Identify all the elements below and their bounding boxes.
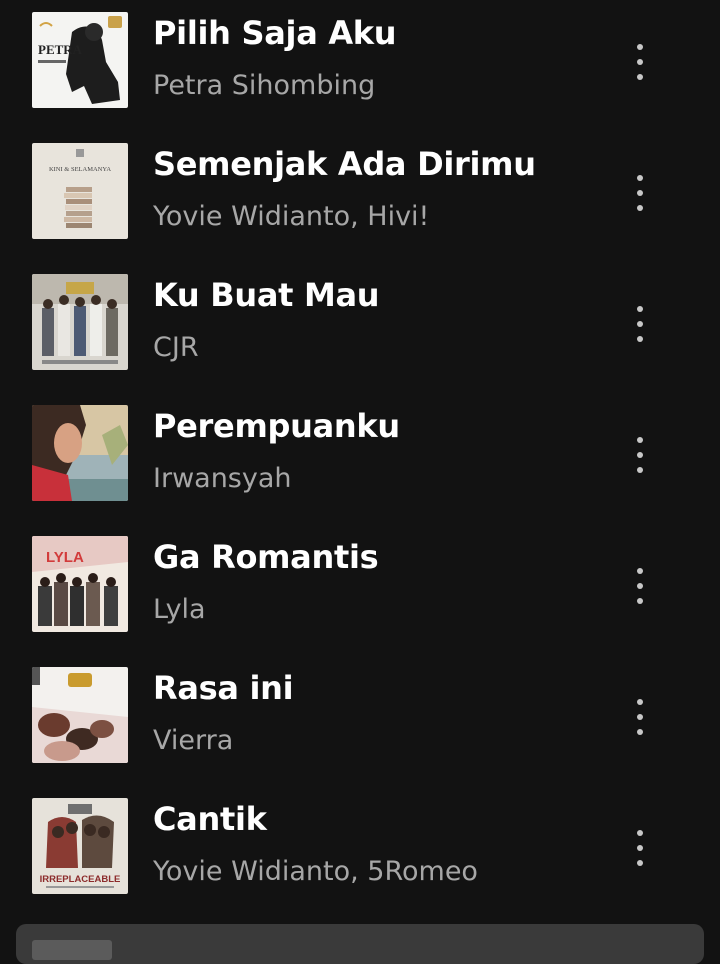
mini-player[interactable] <box>16 924 704 964</box>
album-cover: IRREPLACEABLE <box>32 798 128 894</box>
more-vert-icon[interactable] <box>620 808 660 888</box>
album-cover: PETRA <box>32 12 128 108</box>
track-artist: Yovie Widianto, 5Romeo <box>153 856 478 887</box>
track-artist: Lyla <box>153 594 206 625</box>
track-title: Pilih Saja Aku <box>153 14 397 52</box>
track-row[interactable]: Rasa ini Vierra <box>0 655 720 786</box>
more-vert-icon[interactable] <box>620 677 660 757</box>
track-artist: Vierra <box>153 725 234 756</box>
track-artist: Petra Sihombing <box>153 70 376 101</box>
album-cover: LYLA <box>32 536 128 632</box>
album-cover: KINI & SELAMANYA <box>32 143 128 239</box>
track-artist: Irwansyah <box>153 463 292 494</box>
more-vert-icon[interactable] <box>620 22 660 102</box>
album-cover <box>32 405 128 501</box>
more-vert-icon[interactable] <box>620 284 660 364</box>
track-row[interactable]: Ku Buat Mau CJR <box>0 262 720 393</box>
mini-player-art <box>32 940 112 960</box>
cover-text: IRREPLACEABLE <box>40 874 121 885</box>
more-vert-icon[interactable] <box>620 153 660 233</box>
track-title: Semenjak Ada Dirimu <box>153 145 536 183</box>
track-row[interactable]: Perempuanku Irwansyah <box>0 393 720 524</box>
album-cover <box>32 667 128 763</box>
album-cover <box>32 274 128 370</box>
track-artist: Yovie Widianto, Hivi! <box>153 201 430 232</box>
track-row[interactable]: KINI & SELAMANYA Semenjak Ada Dirimu Yov… <box>0 131 720 262</box>
cover-text: LYLA <box>46 549 84 566</box>
track-artist: CJR <box>153 332 199 363</box>
track-title: Perempuanku <box>153 407 400 445</box>
track-title: Rasa ini <box>153 669 294 707</box>
track-row[interactable]: LYLA Ga Romantis Lyla <box>0 524 720 655</box>
track-title: Ku Buat Mau <box>153 276 380 314</box>
track-title: Cantik <box>153 800 267 838</box>
more-vert-icon[interactable] <box>620 546 660 626</box>
track-row[interactable]: IRREPLACEABLE Cantik Yovie Widianto, 5Ro… <box>0 786 720 917</box>
track-row[interactable]: PETRA Pilih Saja Aku Petra Sihombing <box>0 0 720 131</box>
cover-text: KINI & SELAMANYA <box>49 166 111 173</box>
track-title: Ga Romantis <box>153 538 379 576</box>
more-vert-icon[interactable] <box>620 415 660 495</box>
cover-text: PETRA <box>38 42 83 57</box>
